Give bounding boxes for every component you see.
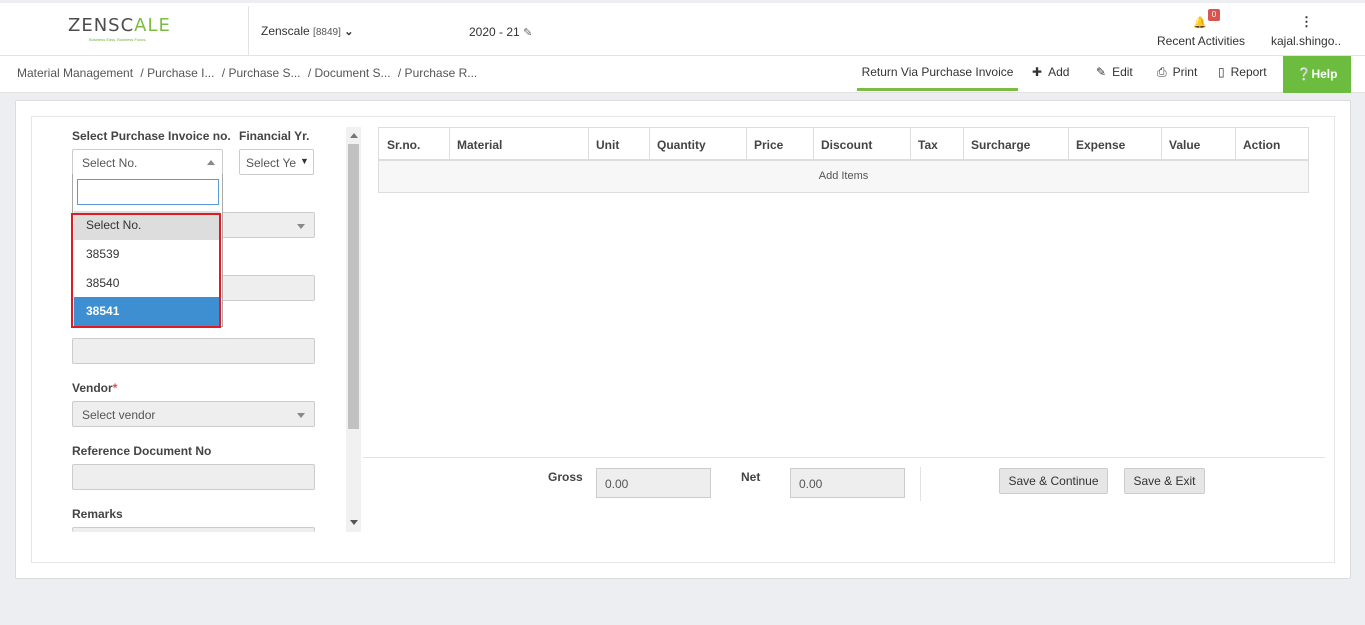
vendor-label: Vendor*: [72, 381, 118, 395]
caret-down-icon: [297, 224, 305, 229]
net-label: Net: [741, 470, 761, 484]
net-field: 0.00: [790, 468, 905, 498]
bell-icon[interactable]: 🔔: [1193, 16, 1207, 29]
dropdown-search-input[interactable]: [77, 179, 219, 205]
user-menu[interactable]: kajal.shingo..: [1271, 34, 1341, 48]
hidden-field[interactable]: [72, 338, 315, 364]
breadcrumb-item[interactable]: / Purchase S...: [222, 66, 301, 80]
remarks-field[interactable]: [72, 527, 315, 532]
scroll-down-icon[interactable]: [350, 520, 358, 525]
table-header: Sr.no. Material Unit Quantity Price Disc…: [379, 128, 1308, 161]
items-table: Sr.no. Material Unit Quantity Price Disc…: [378, 127, 1309, 193]
caret-down-icon: ▼: [300, 156, 309, 166]
scroll-up-icon[interactable]: [350, 133, 358, 138]
logo-tagline: Business Easy. Business Focus.: [89, 37, 147, 42]
gross-field: 0.00: [596, 468, 711, 498]
more-vertical-icon[interactable]: ⋮: [1300, 14, 1313, 30]
question-icon: ❔: [1296, 67, 1312, 81]
invoice-label: Select Purchase Invoice no.: [72, 129, 231, 143]
breadcrumb-bar: Material Management / Purchase I... / Pu…: [0, 56, 1365, 93]
column-header: Surcharge: [963, 128, 1069, 159]
footer-divider: [363, 457, 1325, 458]
company-selector[interactable]: Zenscale [8849] ⌄: [261, 24, 353, 38]
column-header: Material: [449, 128, 589, 159]
financial-year-label: Financial Yr.: [239, 129, 310, 143]
breadcrumb-item[interactable]: / Document S...: [308, 66, 391, 80]
invoice-select[interactable]: Select No.: [72, 149, 223, 175]
remarks-label: Remarks: [72, 507, 123, 521]
fiscal-year-selector[interactable]: 2020 - 21 ✎: [469, 25, 532, 39]
gross-label: Gross: [548, 470, 583, 484]
vendor-select[interactable]: Select vendor: [72, 401, 315, 427]
column-header: Value: [1161, 128, 1236, 159]
column-header: Unit: [588, 128, 650, 159]
recent-activities-link[interactable]: Recent Activities: [1157, 34, 1245, 48]
file-icon: ▯: [1218, 65, 1225, 79]
highlight-annotation-box: [71, 213, 221, 328]
column-header: Sr.no.: [379, 128, 450, 159]
report-button[interactable]: ▯ Report: [1218, 65, 1267, 79]
notification-badge: 0: [1208, 9, 1220, 21]
add-button[interactable]: ✚ Add: [1032, 65, 1069, 79]
add-items-row[interactable]: Add Items: [379, 161, 1308, 192]
tab-return-via-purchase-invoice[interactable]: Return Via Purchase Invoice: [857, 56, 1018, 91]
column-header: Action: [1243, 138, 1281, 152]
scrollbar-thumb[interactable]: [348, 144, 359, 429]
column-header: Discount: [813, 128, 911, 159]
edit-icon: ✎: [523, 27, 533, 39]
footer-separator: [920, 467, 921, 501]
top-bar: ZENSCALE Business Easy. Business Focus. …: [0, 3, 1365, 59]
header-divider: [248, 6, 249, 59]
plus-icon: ✚: [1032, 65, 1043, 79]
caret-up-icon: [207, 160, 215, 165]
reference-document-label: Reference Document No: [72, 444, 212, 458]
chevron-down-icon: ⌄: [344, 26, 354, 38]
breadcrumb: Material Management / Purchase I... / Pu…: [17, 66, 481, 80]
column-header: Expense: [1068, 128, 1162, 159]
save-continue-button[interactable]: Save & Continue: [999, 468, 1108, 494]
printer-icon: ⎙: [1157, 65, 1167, 79]
print-button[interactable]: ⎙ Print: [1157, 65, 1197, 80]
edit-icon: ✎: [1096, 65, 1107, 79]
reference-document-field[interactable]: [72, 464, 315, 490]
form-scrollbar[interactable]: [346, 127, 361, 532]
caret-down-icon: [297, 413, 305, 418]
help-button[interactable]: ❔Help: [1283, 56, 1351, 93]
column-header: Quantity: [649, 128, 747, 159]
save-exit-button[interactable]: Save & Exit: [1124, 468, 1205, 494]
breadcrumb-item[interactable]: Material Management: [17, 66, 133, 80]
column-header: Price: [746, 128, 814, 159]
edit-button[interactable]: ✎ Edit: [1096, 65, 1133, 79]
breadcrumb-item[interactable]: / Purchase R...: [398, 66, 477, 80]
breadcrumb-item[interactable]: / Purchase I...: [140, 66, 214, 80]
zenscale-logo[interactable]: ZENSCALE Business Easy. Business Focus.: [68, 15, 171, 42]
column-header: Tax: [910, 128, 964, 159]
